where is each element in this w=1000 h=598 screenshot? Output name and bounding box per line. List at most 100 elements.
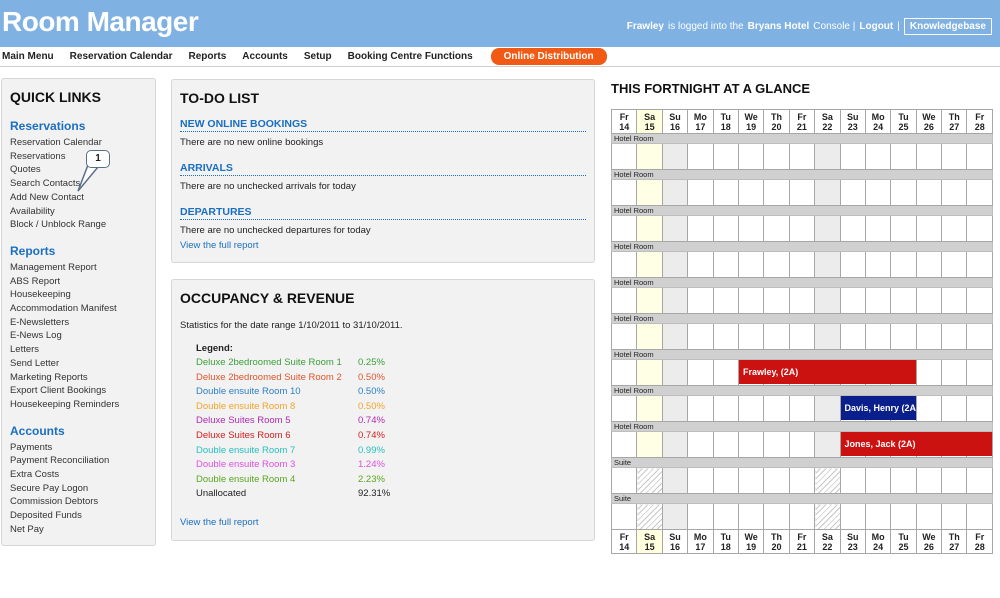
nav-online-distribution[interactable]: Online Distribution [490, 48, 607, 65]
room-day-cell[interactable] [687, 179, 714, 206]
room-day-cell[interactable] [839, 503, 866, 530]
room-day-cell[interactable] [763, 179, 790, 206]
room-day-cell[interactable] [763, 287, 790, 314]
room-day-cell[interactable] [661, 431, 689, 458]
quick-link-reservations[interactable]: Reservations [10, 150, 147, 164]
room-day-cell[interactable] [636, 215, 663, 242]
room-day-cell[interactable] [788, 179, 816, 206]
room-day-cell[interactable] [839, 143, 866, 170]
room-day-cell[interactable] [864, 251, 892, 278]
room-day-cell[interactable] [687, 395, 714, 422]
room-day-cell[interactable] [966, 359, 993, 386]
room-day-cell[interactable] [966, 251, 993, 278]
logout-link[interactable]: Logout [859, 21, 893, 32]
room-day-cell[interactable] [636, 431, 663, 458]
room-day-cell[interactable] [966, 143, 993, 170]
room-day-cell[interactable] [864, 323, 892, 350]
room-day-cell[interactable] [915, 503, 943, 530]
room-day-cell[interactable] [636, 143, 663, 170]
room-day-cell[interactable] [737, 395, 765, 422]
room-day-cell[interactable] [915, 251, 943, 278]
nav-accounts[interactable]: Accounts [234, 51, 296, 62]
room-day-cell[interactable] [788, 395, 816, 422]
room-day-cell[interactable] [788, 251, 816, 278]
quick-link-abs-report[interactable]: ABS Report [10, 275, 147, 289]
room-day-cell[interactable] [737, 467, 765, 494]
room-day-cell[interactable] [636, 503, 663, 530]
nav-reports[interactable]: Reports [181, 51, 235, 62]
room-day-cell[interactable] [864, 287, 892, 314]
room-day-cell[interactable] [941, 143, 968, 170]
room-day-cell[interactable] [712, 179, 739, 206]
room-day-cell[interactable] [661, 467, 689, 494]
quick-link-availability[interactable]: Availability [10, 205, 147, 219]
quick-link-deposited-funds[interactable]: Deposited Funds [10, 509, 147, 523]
todo-full-report-link[interactable]: View the full report [180, 240, 586, 251]
room-day-cell[interactable] [610, 503, 638, 530]
room-day-cell[interactable] [814, 431, 841, 458]
room-day-cell[interactable] [687, 503, 714, 530]
room-day-cell[interactable] [712, 287, 739, 314]
room-day-cell[interactable] [839, 179, 866, 206]
room-day-cell[interactable] [737, 503, 765, 530]
room-day-cell[interactable] [712, 143, 739, 170]
room-day-cell[interactable] [763, 431, 790, 458]
room-day-cell[interactable] [610, 251, 638, 278]
room-day-cell[interactable] [941, 395, 968, 422]
room-day-cell[interactable] [814, 251, 841, 278]
room-day-cell[interactable] [661, 323, 689, 350]
room-day-cell[interactable] [661, 395, 689, 422]
room-day-cell[interactable] [814, 467, 841, 494]
room-day-cell[interactable] [941, 287, 968, 314]
room-day-cell[interactable]: Davis, Henry (2A [839, 395, 916, 422]
room-day-cell[interactable] [788, 323, 816, 350]
room-day-cell[interactable] [814, 323, 841, 350]
room-day-cell[interactable] [890, 251, 917, 278]
room-day-cell[interactable] [661, 503, 689, 530]
room-day-cell[interactable] [915, 359, 943, 386]
room-day-cell[interactable] [788, 287, 816, 314]
room-day-cell[interactable] [636, 323, 663, 350]
room-day-cell[interactable] [687, 215, 714, 242]
quick-link-housekeeping-reminders[interactable]: Housekeeping Reminders [10, 398, 147, 412]
room-day-cell[interactable] [737, 287, 765, 314]
room-day-cell[interactable] [610, 215, 638, 242]
room-day-cell[interactable] [966, 395, 993, 422]
booking-bar[interactable]: Jones, Jack (2A) [840, 432, 993, 456]
room-day-cell[interactable] [839, 323, 866, 350]
room-day-cell[interactable] [636, 467, 663, 494]
room-day-cell[interactable] [661, 287, 689, 314]
room-day-cell[interactable] [712, 215, 739, 242]
quick-link-extra-costs[interactable]: Extra Costs [10, 468, 147, 482]
room-day-cell[interactable] [915, 287, 943, 314]
room-day-cell[interactable] [687, 359, 714, 386]
room-day-cell[interactable] [941, 359, 968, 386]
room-day-cell[interactable] [610, 323, 638, 350]
room-day-cell[interactable] [941, 215, 968, 242]
nav-reservation-calendar[interactable]: Reservation Calendar [62, 51, 181, 62]
room-day-cell[interactable] [890, 143, 917, 170]
room-day-cell[interactable] [814, 503, 841, 530]
room-day-cell[interactable] [712, 323, 739, 350]
occupancy-full-report-link[interactable]: View the full report [180, 517, 259, 528]
quick-link-payment-reconciliation[interactable]: Payment Reconciliation [10, 454, 147, 468]
room-day-cell[interactable] [839, 215, 866, 242]
room-day-cell[interactable] [610, 431, 638, 458]
room-day-cell[interactable] [814, 395, 841, 422]
room-day-cell[interactable] [763, 467, 790, 494]
room-day-cell[interactable] [687, 323, 714, 350]
room-day-cell[interactable] [737, 431, 765, 458]
room-day-cell[interactable] [915, 467, 943, 494]
room-day-cell[interactable] [610, 287, 638, 314]
room-day-cell[interactable] [941, 467, 968, 494]
room-day-cell[interactable] [712, 251, 739, 278]
room-day-cell[interactable] [636, 359, 663, 386]
quick-link-send-letter[interactable]: Send Letter [10, 357, 147, 371]
nav-booking-centre[interactable]: Booking Centre Functions [340, 51, 481, 62]
quick-link-marketing-reports[interactable]: Marketing Reports [10, 371, 147, 385]
room-day-cell[interactable] [814, 287, 841, 314]
room-day-cell[interactable] [763, 251, 790, 278]
room-day-cell[interactable] [890, 323, 917, 350]
room-day-cell[interactable] [610, 359, 638, 386]
room-day-cell[interactable] [763, 215, 790, 242]
